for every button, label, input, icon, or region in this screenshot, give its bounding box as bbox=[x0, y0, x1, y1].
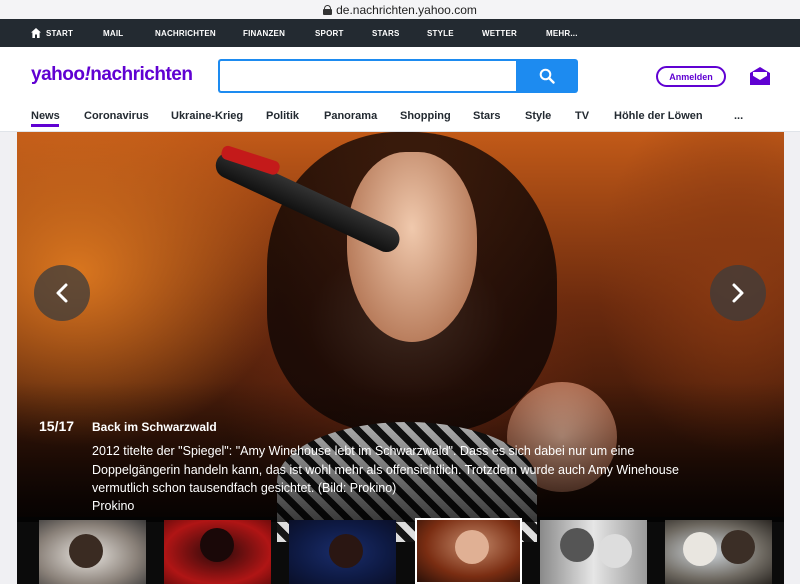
active-tab-indicator bbox=[31, 124, 59, 127]
previous-slide-button[interactable] bbox=[34, 265, 90, 321]
tab-shopping[interactable]: Shopping bbox=[400, 110, 451, 122]
mail-icon[interactable] bbox=[749, 66, 771, 86]
tab-hoehle-der-loewen[interactable]: Höhle der Löwen bbox=[614, 110, 703, 122]
photo-face-shape bbox=[347, 152, 477, 342]
browser-address-bar[interactable]: de.nachrichten.yahoo.com bbox=[0, 0, 800, 19]
tab-tv[interactable]: TV bbox=[575, 110, 589, 122]
topnav-style[interactable]: STYLE bbox=[427, 29, 454, 38]
thumbnail[interactable] bbox=[39, 520, 146, 584]
thumbnail-figure bbox=[598, 534, 632, 568]
slide-caption: 2012 titelte der "Spiegel": "Amy Winehou… bbox=[92, 444, 679, 495]
logo-yahoo-text: yahoo bbox=[31, 64, 85, 85]
site-header: yahoo!nachrichten Anmelden bbox=[0, 47, 800, 105]
topnav-mehr[interactable]: MEHR... bbox=[546, 29, 578, 38]
tab-stars[interactable]: Stars bbox=[473, 110, 501, 122]
thumbnail-strip bbox=[39, 518, 784, 584]
url-text: de.nachrichten.yahoo.com bbox=[336, 2, 477, 17]
slide-counter: 15/17 bbox=[39, 418, 75, 434]
thumbnail-figure bbox=[200, 528, 234, 562]
slide-credit: Prokino bbox=[92, 499, 135, 513]
signin-button[interactable]: Anmelden bbox=[656, 66, 726, 87]
thumbnail[interactable] bbox=[665, 520, 772, 584]
top-navigation: START MAIL NACHRICHTEN FINANZEN SPORT ST… bbox=[0, 19, 800, 47]
thumbnail-figure bbox=[721, 530, 755, 564]
topnav-nachrichten[interactable]: NACHRICHTEN bbox=[155, 29, 216, 38]
tab-more[interactable]: ... bbox=[734, 110, 743, 122]
next-slide-button[interactable] bbox=[710, 265, 766, 321]
tab-panorama[interactable]: Panorama bbox=[324, 110, 377, 122]
thumbnail-figure bbox=[455, 530, 489, 564]
search-input[interactable] bbox=[218, 59, 516, 93]
thumbnail[interactable] bbox=[289, 520, 396, 584]
tab-ukraine-krieg[interactable]: Ukraine-Krieg bbox=[171, 110, 243, 122]
search-button[interactable] bbox=[516, 59, 578, 93]
topnav-mail[interactable]: MAIL bbox=[103, 29, 123, 38]
thumbnail-figure bbox=[69, 534, 103, 568]
yahoo-nachrichten-logo[interactable]: yahoo!nachrichten bbox=[31, 64, 193, 86]
thumbnail-active[interactable] bbox=[415, 518, 522, 584]
tab-news[interactable]: News bbox=[31, 110, 60, 122]
tab-coronavirus[interactable]: Coronavirus bbox=[84, 110, 149, 122]
thumbnail-figure bbox=[683, 532, 717, 566]
chevron-left-icon bbox=[56, 283, 68, 303]
tab-politik[interactable]: Politik bbox=[266, 110, 299, 122]
thumbnail-figure bbox=[329, 534, 363, 568]
topnav-wetter[interactable]: WETTER bbox=[482, 29, 517, 38]
thumbnail[interactable] bbox=[164, 520, 271, 584]
thumbnail-figure bbox=[560, 528, 594, 562]
topnav-stars[interactable]: STARS bbox=[372, 29, 400, 38]
chevron-right-icon bbox=[732, 283, 744, 303]
home-icon bbox=[31, 28, 41, 38]
logo-section-text: nachrichten bbox=[90, 64, 193, 85]
topnav-sport[interactable]: SPORT bbox=[315, 29, 344, 38]
photo-slideshow: 15/17 Back im Schwarzwald 2012 titelte d… bbox=[17, 132, 784, 584]
topnav-finanzen[interactable]: FINANZEN bbox=[243, 29, 285, 38]
slide-title: Back im Schwarzwald bbox=[92, 420, 217, 434]
tab-style[interactable]: Style bbox=[525, 110, 551, 122]
thumbnail[interactable] bbox=[540, 520, 647, 584]
section-tabs: News Coronavirus Ukraine-Krieg Politik P… bbox=[0, 105, 800, 132]
lock-icon bbox=[323, 4, 333, 15]
search-icon bbox=[539, 68, 555, 84]
topnav-start[interactable]: START bbox=[46, 29, 73, 38]
